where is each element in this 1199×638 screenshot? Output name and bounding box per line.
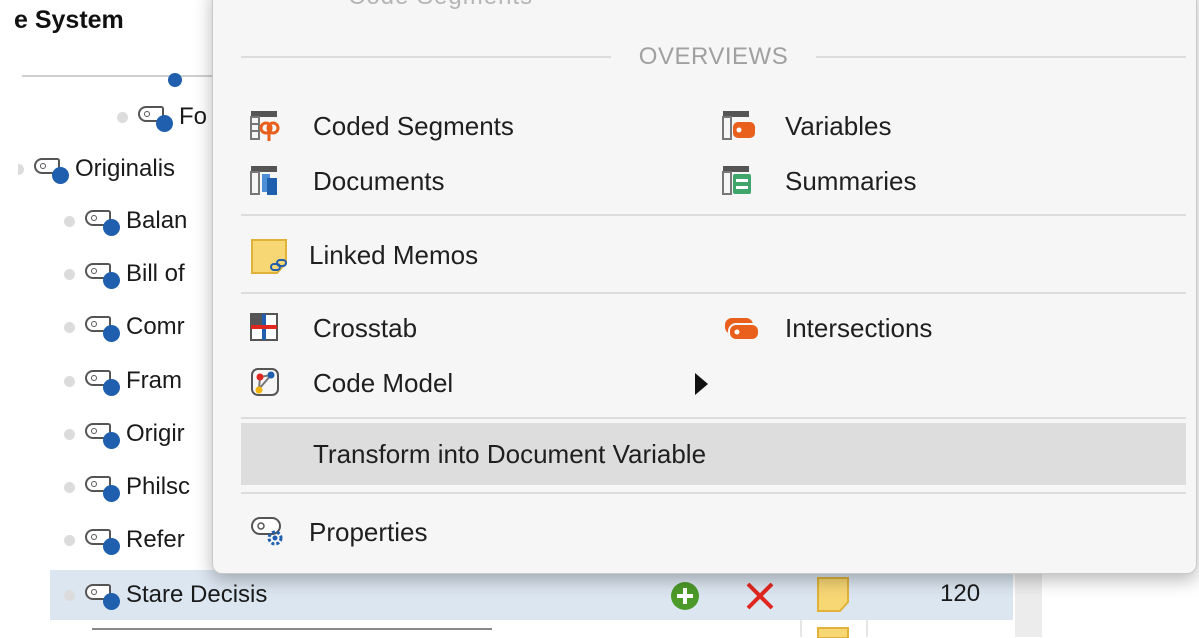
menu-item-summaries[interactable]: Summaries (721, 156, 916, 206)
linked-memos-icon (249, 237, 295, 274)
tree-row[interactable]: Balan (64, 196, 187, 246)
expand-bullet (117, 111, 128, 123)
menu-item-variables[interactable]: Variables (721, 101, 891, 151)
tree-row[interactable]: Origir (64, 409, 185, 459)
code-icon (83, 580, 123, 610)
crosstab-icon (249, 310, 295, 346)
code-label: Balan (126, 207, 188, 234)
expand-bullet (64, 268, 75, 280)
code-icon (83, 472, 123, 502)
menu-item-documents[interactable]: Documents (249, 156, 445, 206)
code-icon (83, 206, 123, 236)
menu-item-label: Properties (309, 516, 428, 547)
menu-item-label: Transform into Document Variable (313, 438, 707, 469)
intersections-icon (721, 310, 767, 346)
menu-item-transform-into-document-variable[interactable]: Transform into Document Variable (313, 429, 706, 479)
tree-row[interactable]: Fram (64, 356, 182, 406)
code-system-title: e System (14, 6, 124, 34)
tree-row[interactable]: Philsc (64, 462, 190, 512)
code-label: Fram (126, 367, 182, 394)
expand-bullet (64, 534, 75, 546)
tree-row[interactable]: Comr (64, 302, 185, 352)
menu-separator (241, 492, 1186, 494)
memo-icon[interactable] (816, 576, 852, 614)
expand-bullet (64, 321, 75, 333)
divider (241, 56, 611, 58)
code-label: Originalis (75, 155, 176, 182)
menu-item-code-model[interactable]: Code Model (249, 358, 453, 408)
code-icon (32, 154, 72, 184)
code-label: Origir (126, 420, 185, 447)
code-label: Philsc (126, 473, 191, 500)
expand-bullet (64, 589, 75, 601)
divider (816, 56, 1186, 58)
submenu-arrow-icon (695, 373, 708, 395)
expand-bullet (64, 481, 75, 493)
code-label: Fo (179, 103, 208, 130)
coded-segments-icon (249, 108, 295, 144)
code-icon (83, 312, 123, 342)
plus-circle-icon[interactable] (670, 581, 700, 611)
expand-bullet (64, 375, 75, 387)
menu-item-label: Intersections (785, 312, 933, 343)
next-row-partial (92, 628, 492, 630)
menu-separator (241, 214, 1186, 216)
code-label: Bill of (126, 260, 185, 287)
tree-row[interactable]: Fo (117, 92, 207, 142)
menu-item-label: Variables (785, 110, 892, 141)
expand-bullet (18, 163, 24, 175)
section-header-overviews: OVERVIEWS (241, 37, 1186, 77)
expand-bullet (64, 428, 75, 440)
menu-item-label: Documents (313, 165, 445, 196)
menu-item-intersections[interactable]: Intersections (721, 303, 932, 353)
tree-row[interactable]: Refer (64, 515, 185, 565)
code-icon (83, 259, 123, 289)
menu-item-label: Code Model (313, 367, 454, 398)
context-menu: Code Segments OVERVIEWS Coded Segments (212, 0, 1197, 574)
code-model-icon (249, 365, 295, 401)
tree-row-selected[interactable]: Stare Decisis (64, 570, 267, 620)
code-label: Comr (126, 313, 185, 340)
documents-icon (249, 163, 295, 199)
menu-item-partial[interactable]: Code Segments (348, 0, 533, 11)
expand-bullet (64, 215, 75, 227)
section-label: OVERVIEWS (638, 43, 789, 70)
properties-icon (249, 514, 295, 550)
x-icon[interactable] (744, 580, 776, 612)
summaries-icon (721, 163, 767, 199)
menu-item-label: Linked Memos (309, 239, 479, 270)
code-label: Refer (126, 526, 185, 553)
code-icon (83, 366, 123, 396)
segment-count: 120 (940, 580, 981, 607)
menu-item-label: Coded Segments (313, 110, 514, 141)
code-label: Stare Decisis (126, 581, 268, 608)
menu-item-properties[interactable]: Properties (249, 507, 428, 557)
code-icon (136, 102, 176, 132)
menu-item-crosstab[interactable]: Crosstab (249, 303, 417, 353)
code-icon (83, 419, 123, 449)
menu-item-label: Summaries (785, 165, 917, 196)
title-divider (22, 75, 222, 77)
code-icon (83, 525, 123, 555)
menu-item-coded-segments[interactable]: Coded Segments (249, 101, 514, 151)
tree-row[interactable]: Bill of (64, 249, 185, 299)
menu-separator (241, 417, 1186, 419)
tree-row[interactable]: Originalis (18, 144, 175, 194)
menu-separator (241, 292, 1186, 294)
menu-item-linked-memos[interactable]: Linked Memos (249, 230, 478, 280)
variables-icon (721, 108, 767, 144)
menu-item-label: Crosstab (313, 312, 418, 343)
memo-icon (817, 627, 849, 638)
